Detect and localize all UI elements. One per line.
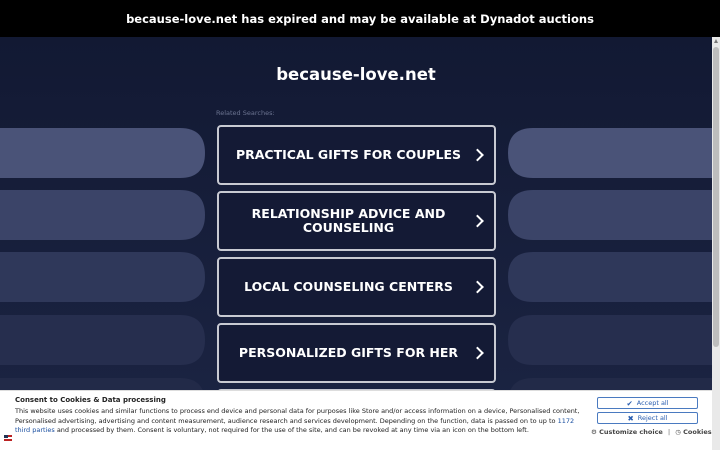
page-scrollbar[interactable]: [712, 37, 720, 450]
decor-shape-right-3: [508, 252, 712, 302]
scroll-up-icon[interactable]: [714, 39, 718, 43]
search-link-relationship-advice[interactable]: RELATIONSHIP ADVICE AND COUNSELING: [217, 191, 496, 251]
accept-all-button[interactable]: ✔ Accept all: [597, 397, 698, 409]
customize-choice-label: Customize choice: [599, 428, 663, 436]
cookies-link[interactable]: ◷ Cookies: [675, 428, 711, 436]
chevron-right-icon: [471, 214, 484, 228]
search-link-label: PERSONALIZED GIFTS FOR HER: [238, 345, 459, 360]
search-link-local-counseling[interactable]: LOCAL COUNSELING CENTERS: [217, 257, 496, 317]
cookies-label: Cookies: [683, 428, 712, 436]
expired-banner: because-love.net has expired and may be …: [0, 0, 720, 37]
close-icon: ✖: [627, 413, 634, 423]
customize-choice-link[interactable]: ⚙ Customize choice: [591, 428, 663, 436]
cookie-icon: ◷: [675, 428, 681, 436]
domain-title: because-love.net: [276, 65, 436, 84]
decor-shape-right-4: [508, 315, 712, 365]
expired-banner-text: because-love.net has expired and may be …: [126, 11, 594, 26]
parking-page: because-love.net Related Searches: PRACT…: [0, 37, 712, 450]
decor-shape-right-2: [508, 190, 712, 240]
link-separator: |: [667, 428, 671, 436]
consent-text-end: and processed by them. Consent is volunt…: [54, 426, 529, 434]
reject-all-label: Reject all: [637, 414, 668, 422]
gear-icon: ⚙: [591, 428, 597, 436]
search-link-label: LOCAL COUNSELING CENTERS: [244, 279, 453, 294]
consent-text: This website uses cookies and similar fu…: [15, 407, 580, 425]
cookie-consent-panel: Consent to Cookies & Data processing Thi…: [0, 390, 712, 450]
check-icon: ✔: [626, 398, 633, 408]
consent-title: Consent to Cookies & Data processing: [15, 396, 166, 404]
search-link-practical-gifts[interactable]: PRACTICAL GIFTS FOR COUPLES: [217, 125, 496, 185]
search-link-personalized-gifts[interactable]: PERSONALIZED GIFTS FOR HER: [217, 323, 496, 383]
decor-shape-left-4: [0, 315, 205, 365]
chevron-right-icon: [471, 346, 484, 360]
scrollbar-thumb[interactable]: [713, 47, 719, 347]
chevron-right-icon: [471, 148, 484, 162]
decor-shape-left-2: [0, 190, 205, 240]
consent-body: This website uses cookies and similar fu…: [15, 407, 585, 436]
reject-all-button[interactable]: ✖ Reject all: [597, 412, 698, 424]
search-link-label: PRACTICAL GIFTS FOR COUPLES: [235, 147, 462, 162]
chevron-right-icon: [471, 280, 484, 294]
decor-shape-left-3: [0, 252, 205, 302]
us-flag-icon[interactable]: [4, 435, 12, 441]
accept-all-label: Accept all: [636, 399, 669, 407]
consent-links: ⚙ Customize choice | ◷ Cookies: [591, 428, 712, 436]
related-searches-label: Related Searches:: [216, 109, 275, 117]
decor-shape-left-1: [0, 128, 205, 178]
search-link-label: RELATIONSHIP ADVICE AND COUNSELING: [251, 206, 446, 235]
decor-shape-right-1: [508, 128, 712, 178]
